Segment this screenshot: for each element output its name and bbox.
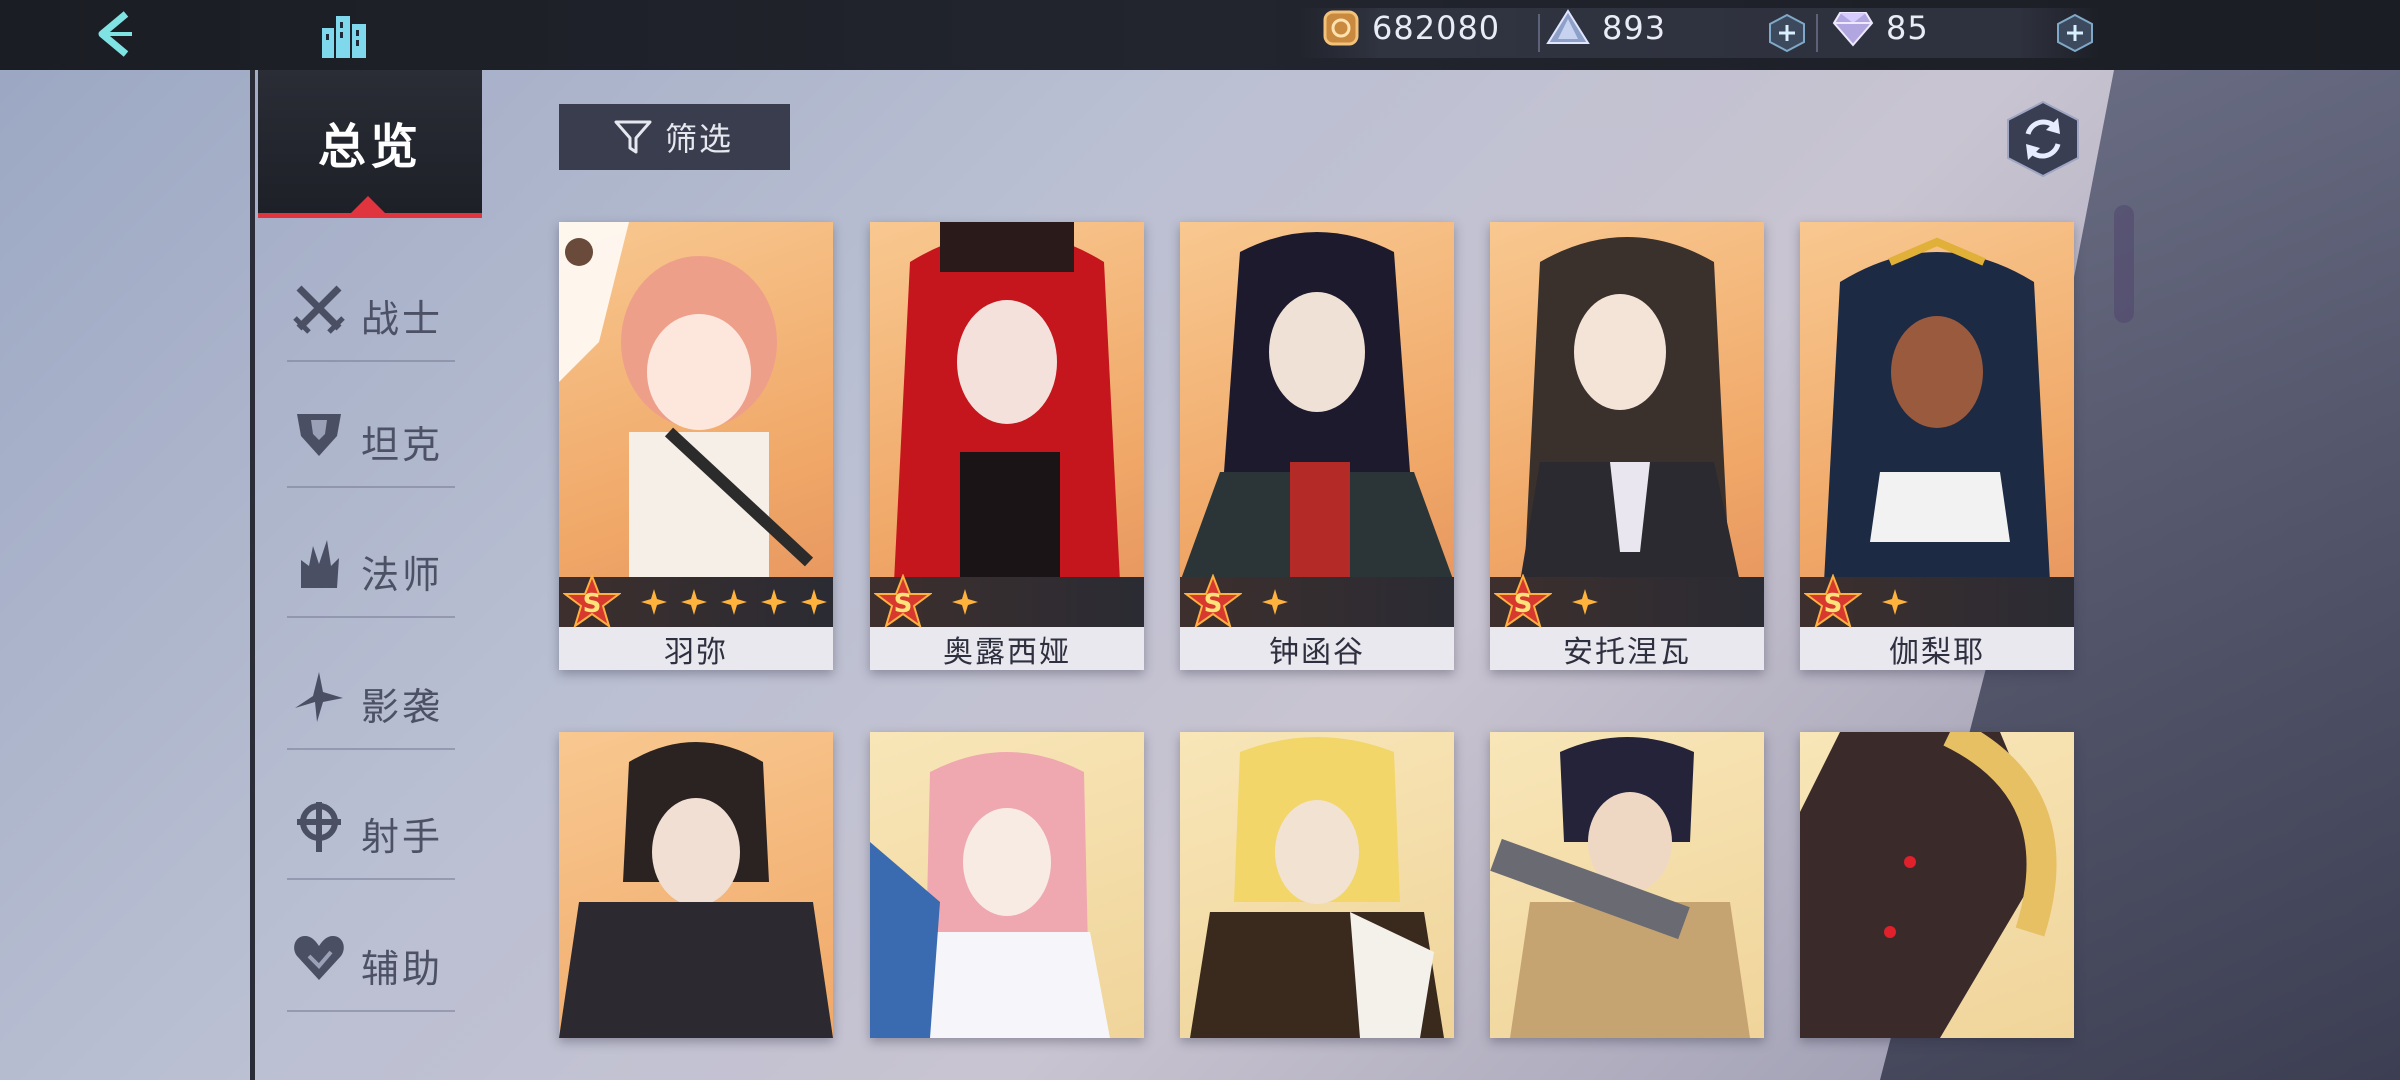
crystal-pyramid-icon bbox=[1546, 9, 1590, 44]
plus-icon bbox=[1769, 13, 1805, 53]
rank-s-badge: S bbox=[1804, 574, 1862, 629]
hero-portrait bbox=[870, 222, 1144, 582]
sidebar-item-label: 坦克 bbox=[361, 423, 444, 467]
sidebar-item-support[interactable]: 辅助 bbox=[287, 900, 455, 1012]
sidebar-item-marksman[interactable]: 射手 bbox=[287, 768, 455, 880]
scrollbar[interactable] bbox=[2114, 205, 2134, 323]
sidebar-item-warrior[interactable]: 战士 bbox=[287, 250, 455, 362]
plus-icon bbox=[2057, 13, 2093, 53]
diamond-amount: 85 bbox=[1886, 9, 1929, 47]
hero-portrait bbox=[559, 732, 833, 1038]
star-icon bbox=[641, 589, 667, 615]
hero-card[interactable]: S 安托涅瓦 bbox=[1490, 222, 1764, 670]
filter-icon bbox=[614, 120, 652, 154]
crosshair-icon bbox=[297, 802, 341, 852]
svg-text:S: S bbox=[1514, 589, 1533, 619]
svg-text:S: S bbox=[583, 589, 602, 619]
hero-card[interactable] bbox=[1490, 732, 1764, 1038]
filter-label: 筛选 bbox=[665, 120, 734, 158]
star-icon bbox=[681, 589, 707, 615]
star-icon bbox=[761, 589, 787, 615]
svg-text:S: S bbox=[1824, 589, 1843, 619]
sidebar-item-label: 影袭 bbox=[361, 685, 444, 729]
divider bbox=[1816, 14, 1818, 52]
divider bbox=[1538, 14, 1540, 52]
rank-s-badge: S bbox=[1494, 574, 1552, 629]
gold-coin-icon bbox=[1323, 10, 1359, 46]
filter-button[interactable]: 筛选 bbox=[559, 104, 790, 170]
gold-amount: 682080 bbox=[1372, 9, 1501, 47]
diamond-resource: 85 bbox=[1832, 9, 1929, 47]
sidebar-item-label: 辅助 bbox=[361, 947, 444, 991]
svg-text:S: S bbox=[1204, 589, 1223, 619]
add-crystal-button[interactable] bbox=[1768, 13, 1806, 53]
sidebar-item-tank[interactable]: 坦克 bbox=[287, 376, 455, 488]
star-icon bbox=[1262, 589, 1288, 615]
shuriken-icon bbox=[295, 672, 343, 722]
hero-portrait bbox=[1490, 732, 1764, 1038]
star-icon bbox=[952, 589, 978, 615]
hero-name: 伽梨耶 bbox=[1800, 627, 2074, 670]
magic-icon bbox=[301, 540, 339, 588]
star-icon bbox=[721, 589, 747, 615]
hero-portrait bbox=[870, 732, 1144, 1038]
rank-s-badge: S bbox=[874, 574, 932, 629]
sidebar-item-label: 战士 bbox=[361, 297, 444, 341]
hero-card[interactable]: S 钟函谷 bbox=[1180, 222, 1454, 670]
swords-icon bbox=[293, 285, 345, 334]
back-button[interactable] bbox=[88, 8, 138, 60]
hero-name: 钟函谷 bbox=[1180, 627, 1454, 670]
hero-portrait bbox=[1180, 222, 1454, 582]
tab-overview-label: 总览 bbox=[317, 118, 422, 175]
hero-portrait bbox=[559, 222, 833, 582]
rank-s-badge: S bbox=[1184, 574, 1242, 629]
hero-name: 安托涅瓦 bbox=[1490, 627, 1764, 670]
heart-icon bbox=[294, 936, 344, 980]
back-arrow-icon bbox=[98, 11, 132, 57]
star-icon bbox=[1572, 589, 1598, 615]
hero-card[interactable]: S 奥露西娅 bbox=[870, 222, 1144, 670]
hero-card[interactable]: S 伽梨耶 bbox=[1800, 222, 2074, 670]
hero-card[interactable] bbox=[870, 732, 1144, 1038]
hero-card[interactable]: S 羽弥 bbox=[559, 222, 833, 670]
star-icon bbox=[1882, 589, 1908, 615]
armor-icon bbox=[297, 414, 341, 456]
star-icon bbox=[801, 589, 827, 615]
sidebar-divider bbox=[250, 70, 255, 1080]
rank-s-badge: S bbox=[563, 574, 621, 629]
city-icon[interactable] bbox=[318, 8, 374, 60]
hero-portrait bbox=[1180, 732, 1454, 1038]
diamond-icon bbox=[1832, 12, 1874, 47]
hero-portrait bbox=[1490, 222, 1764, 582]
refresh-icon bbox=[2007, 100, 2079, 178]
sidebar-item-label: 法师 bbox=[361, 553, 444, 597]
add-diamond-button[interactable] bbox=[2056, 13, 2094, 53]
hero-name: 羽弥 bbox=[559, 627, 833, 670]
active-tab-indicator bbox=[348, 196, 388, 216]
hero-card[interactable] bbox=[1180, 732, 1454, 1038]
sidebar-item-assassin[interactable]: 影袭 bbox=[287, 638, 455, 750]
crystal-amount: 893 bbox=[1602, 9, 1667, 47]
hero-card[interactable] bbox=[1800, 732, 2074, 1038]
sidebar-item-label: 射手 bbox=[361, 815, 444, 859]
sidebar-item-mage[interactable]: 法师 bbox=[287, 506, 455, 618]
hero-portrait bbox=[1800, 732, 2074, 1038]
top-bar: 682080 893 85 bbox=[0, 0, 2400, 70]
gold-resource: 682080 bbox=[1322, 9, 1501, 47]
svg-text:S: S bbox=[894, 589, 913, 619]
hero-portrait bbox=[1800, 222, 2074, 582]
refresh-button[interactable] bbox=[2004, 100, 2082, 178]
hero-name: 奥露西娅 bbox=[870, 627, 1144, 670]
crystal-resource: 893 bbox=[1546, 9, 1667, 47]
hero-card[interactable] bbox=[559, 732, 833, 1038]
